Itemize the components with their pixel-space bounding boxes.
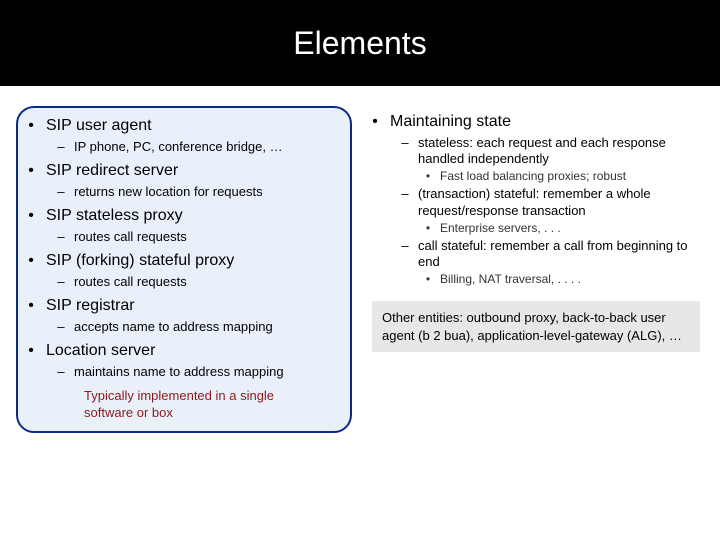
list-item-label: SIP (forking) stateful proxy xyxy=(46,251,234,272)
list-item: SIP stateless proxy xyxy=(24,206,344,227)
list-subitem: (transaction) stateful: remember a whole… xyxy=(398,186,704,219)
list-subitem: maintains name to address mapping xyxy=(54,364,344,380)
list-subsubitem: Enterprise servers, . . . xyxy=(422,221,704,236)
list-subsubitem: Billing, NAT traversal, . . . . xyxy=(422,272,704,287)
list-subitem-label: routes call requests xyxy=(74,229,187,245)
list-subitem: call stateful: remember a call from begi… xyxy=(398,238,704,271)
blue-rounded-box: SIP user agent IP phone, PC, conference … xyxy=(16,106,352,433)
dash-icon xyxy=(54,139,68,155)
list-item: SIP registrar xyxy=(24,296,344,317)
bullet-icon xyxy=(24,161,38,182)
bullet-icon xyxy=(24,296,38,317)
list-subsubitem-label: Fast load balancing proxies; robust xyxy=(440,169,626,184)
left-column: SIP user agent IP phone, PC, conference … xyxy=(16,106,352,433)
list-subsubitem-label: Enterprise servers, . . . xyxy=(440,221,561,236)
list-subsubitem: Fast load balancing proxies; robust xyxy=(422,169,704,184)
slide-title: Elements xyxy=(293,25,426,62)
bullet-icon xyxy=(422,272,434,287)
implementation-note: Typically implemented in a single softwa… xyxy=(84,388,324,421)
list-subitem: accepts name to address mapping xyxy=(54,319,344,335)
list-subsubitem-label: Billing, NAT traversal, . . . . xyxy=(440,272,581,287)
bullet-icon xyxy=(422,221,434,236)
list-subitem: returns new location for requests xyxy=(54,184,344,200)
list-item-label: SIP stateless proxy xyxy=(46,206,183,227)
list-item: SIP user agent xyxy=(24,116,344,137)
dash-icon xyxy=(398,186,412,219)
list-item-label: SIP user agent xyxy=(46,116,152,137)
dash-icon xyxy=(54,229,68,245)
list-subitem-label: returns new location for requests xyxy=(74,184,263,200)
dash-icon xyxy=(54,319,68,335)
bullet-icon xyxy=(24,251,38,272)
right-heading: Maintaining state xyxy=(390,112,511,133)
bullet-icon xyxy=(24,206,38,227)
bullet-icon xyxy=(368,112,382,133)
list-item: Maintaining state xyxy=(368,112,704,133)
bullet-icon xyxy=(24,341,38,362)
list-item: SIP (forking) stateful proxy xyxy=(24,251,344,272)
list-item-label: SIP registrar xyxy=(46,296,135,317)
list-subitem-label: maintains name to address mapping xyxy=(74,364,284,380)
list-item: SIP redirect server xyxy=(24,161,344,182)
dash-icon xyxy=(398,135,412,168)
dash-icon xyxy=(54,274,68,290)
title-bar: Elements xyxy=(0,0,720,86)
list-subitem-label: stateless: each request and each respons… xyxy=(418,135,704,168)
dash-icon xyxy=(54,184,68,200)
list-subitem-label: (transaction) stateful: remember a whole… xyxy=(418,186,704,219)
bullet-icon xyxy=(422,169,434,184)
list-subitem: stateless: each request and each respons… xyxy=(398,135,704,168)
list-subitem-label: routes call requests xyxy=(74,274,187,290)
list-subitem-label: IP phone, PC, conference bridge, … xyxy=(74,139,283,155)
list-subitem: IP phone, PC, conference bridge, … xyxy=(54,139,344,155)
dash-icon xyxy=(54,364,68,380)
bullet-icon xyxy=(24,116,38,137)
list-item: Location server xyxy=(24,341,344,362)
content-area: SIP user agent IP phone, PC, conference … xyxy=(0,86,720,433)
right-column: Maintaining state stateless: each reques… xyxy=(368,106,704,433)
dash-icon xyxy=(398,238,412,271)
list-subitem-label: accepts name to address mapping xyxy=(74,319,273,335)
list-subitem-label: call stateful: remember a call from begi… xyxy=(418,238,704,271)
list-item-label: SIP redirect server xyxy=(46,161,178,182)
list-subitem: routes call requests xyxy=(54,274,344,290)
list-subitem: routes call requests xyxy=(54,229,344,245)
other-entities-box: Other entities: outbound proxy, back-to-… xyxy=(372,301,700,352)
list-item-label: Location server xyxy=(46,341,155,362)
